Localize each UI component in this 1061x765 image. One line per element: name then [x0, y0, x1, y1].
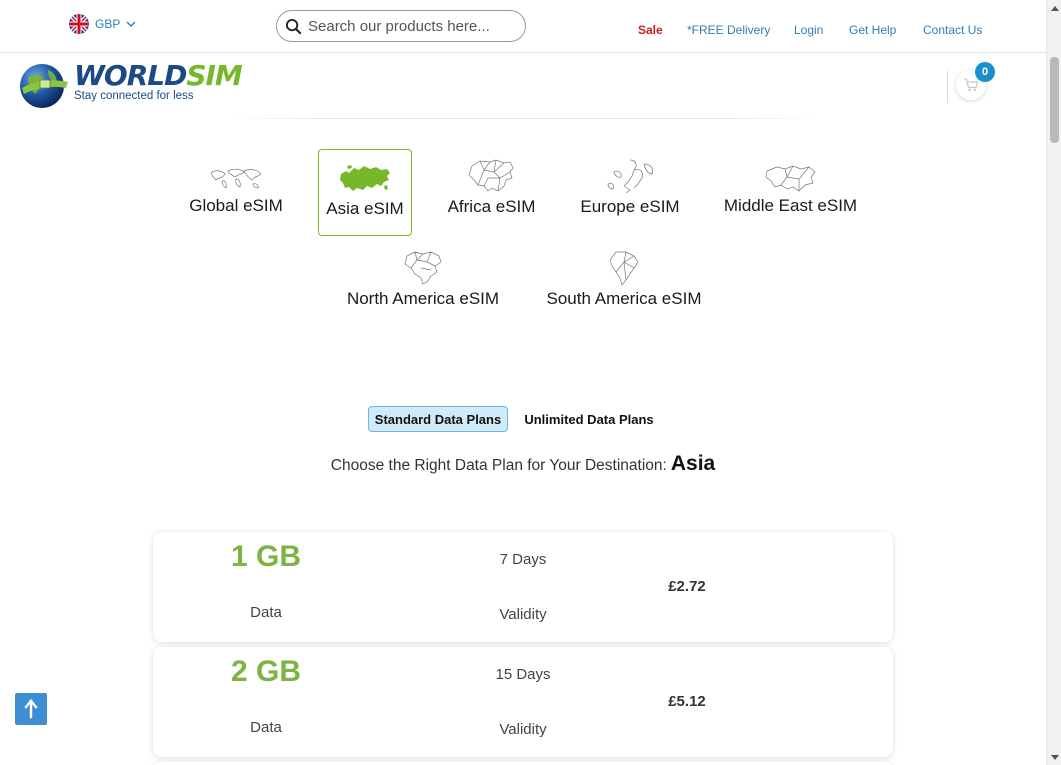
region-label: South America eSIM: [546, 289, 702, 308]
scrollbar-thumb[interactable]: [1050, 57, 1059, 143]
scroll-up-arrow[interactable]: [1047, 0, 1061, 15]
region-africa-esim[interactable]: Africa eSIM: [445, 158, 538, 222]
region-asia-esim[interactable]: Asia eSIM: [318, 149, 412, 236]
cart-count-badge: 0: [975, 62, 995, 82]
plan-price: £2.72: [668, 578, 706, 595]
middle-east-map-icon: [765, 165, 815, 192]
worldsim-logo[interactable]: WORLDSIM Stay connected for less: [18, 58, 243, 112]
login-link[interactable]: Login: [794, 23, 823, 37]
free-delivery-link[interactable]: *FREE Delivery: [687, 23, 770, 37]
globe-logo-icon: [20, 64, 68, 108]
region-label: North America eSIM: [346, 289, 500, 308]
region-label: Global eSIM: [189, 196, 283, 215]
header-divider: [947, 71, 948, 103]
world-map-icon: [210, 168, 262, 189]
region-label: Asia eSIM: [326, 199, 404, 218]
plan-data-amount: 1 GB: [230, 540, 302, 573]
plan-data-label: Data: [250, 719, 282, 736]
africa-map-icon: [468, 159, 513, 192]
tab-standard-data-plans[interactable]: Standard Data Plans: [368, 406, 508, 432]
plan-card[interactable]: 2 GB Data 15 Days Validity £5.12: [153, 647, 893, 757]
plan-validity-days: 15 Days: [495, 666, 551, 683]
vertical-scrollbar[interactable]: [1046, 0, 1061, 765]
scroll-down-arrow[interactable]: [1047, 750, 1061, 765]
plan-validity-days: 7 Days: [499, 551, 547, 568]
north-america-map-icon: [404, 251, 442, 285]
logo-wordmark: WORLDSIM: [74, 59, 243, 92]
asia-map-icon: [340, 165, 390, 191]
south-america-map-icon: [609, 251, 639, 286]
plan-card[interactable]: 1 GB Data 7 Days Validity £2.72: [153, 532, 893, 642]
region-label: Africa eSIM: [447, 197, 536, 216]
plan-validity-label: Validity: [499, 606, 547, 623]
region-north-america-esim[interactable]: North America eSIM: [344, 250, 502, 314]
cart-icon: [964, 78, 979, 92]
plan-validity-label: Validity: [499, 721, 547, 738]
header-separator: [225, 118, 823, 119]
region-middle-east-esim[interactable]: Middle East eSIM: [723, 163, 858, 225]
logo-tagline: Stay connected for less: [74, 90, 194, 102]
europe-map-icon: [607, 159, 653, 194]
plan-data-amount: 2 GB: [230, 655, 302, 688]
plan-price: £5.12: [668, 693, 706, 710]
region-europe-esim[interactable]: Europe eSIM: [580, 158, 680, 222]
arrow-up-icon: [24, 699, 38, 719]
contact-us-link[interactable]: Contact Us: [923, 23, 982, 37]
region-global-esim[interactable]: Global eSIM: [188, 163, 284, 225]
top-links: Sale *FREE Delivery Login Get Help Conta…: [0, 23, 1046, 39]
plan-data-label: Data: [250, 604, 282, 621]
plan-heading: Choose the Right Data Plan for Your Dest…: [0, 452, 1046, 476]
sale-link[interactable]: Sale: [638, 23, 663, 37]
plan-destination: Asia: [670, 452, 716, 475]
scroll-to-top-button[interactable]: [15, 693, 47, 725]
get-help-link[interactable]: Get Help: [849, 23, 896, 37]
plan-heading-text: Choose the Right Data Plan for Your Dest…: [330, 457, 667, 474]
tab-unlimited-data-plans[interactable]: Unlimited Data Plans: [516, 406, 662, 432]
region-label: Middle East eSIM: [723, 196, 858, 215]
top-bar: GBP Sale *FREE Delivery Login Get Help C…: [0, 0, 1046, 53]
region-label: Europe eSIM: [580, 197, 680, 216]
region-south-america-esim[interactable]: South America eSIM: [545, 250, 703, 314]
